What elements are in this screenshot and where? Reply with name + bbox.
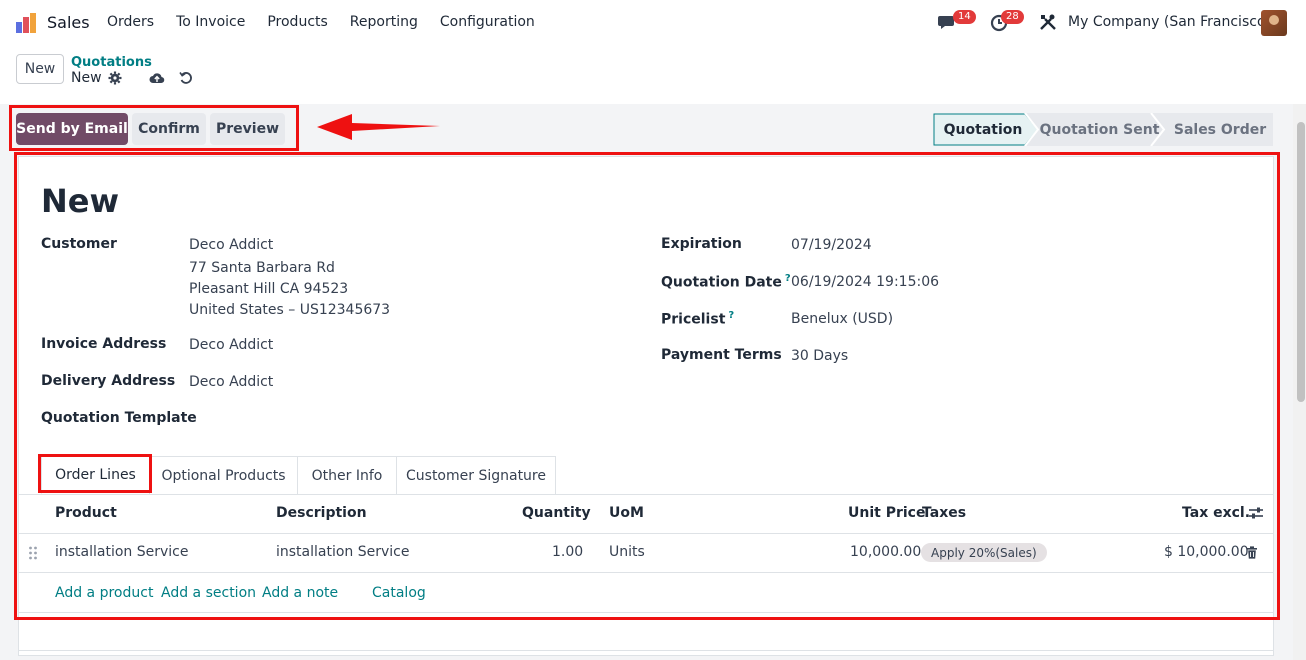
divider [18, 612, 1274, 613]
col-product[interactable]: Product [55, 505, 117, 521]
form-sheet [18, 156, 1274, 656]
col-tax-excl[interactable]: Tax excl. [1182, 505, 1250, 521]
line-uom[interactable]: Units [609, 544, 645, 560]
new-button[interactable]: New [16, 54, 64, 84]
breadcrumb-current: New [71, 70, 102, 86]
menu-orders[interactable]: Orders [107, 14, 154, 30]
activities-badge: 28 [1001, 10, 1024, 24]
tab-customer-signature[interactable]: Customer Signature [396, 456, 556, 494]
customer-city: Pleasant Hill CA 94523 [189, 281, 349, 297]
menu-configuration[interactable]: Configuration [440, 14, 535, 30]
line-product[interactable]: installation Service [55, 544, 189, 560]
control-panel: New Quotations New [0, 46, 1306, 105]
send-by-email-button[interactable]: Send by Email [16, 113, 128, 145]
menu-reporting[interactable]: Reporting [350, 14, 418, 30]
tab-optional-products[interactable]: Optional Products [149, 456, 298, 494]
menu-to-invoice[interactable]: To Invoice [176, 14, 245, 30]
annotation-arrow [317, 114, 440, 140]
top-navbar: Sales Orders To Invoice Products Reporti… [0, 0, 1306, 46]
help-tooltip-icon[interactable]: ? [728, 310, 734, 321]
customer-street: 77 Santa Barbara Rd [189, 260, 335, 276]
quotation-date-label: Quotation Date? [661, 273, 791, 291]
add-product-link[interactable]: Add a product [55, 585, 153, 601]
table-row[interactable] [18, 533, 1274, 573]
col-description[interactable]: Description [276, 505, 367, 521]
app-name[interactable]: Sales [47, 13, 90, 32]
preview-button[interactable]: Preview [210, 113, 285, 145]
debug-tools-icon[interactable] [1038, 12, 1058, 32]
stage-quotation[interactable]: Quotation [933, 113, 1033, 146]
line-unit-price[interactable]: 10,000.00 [850, 544, 921, 560]
tab-order-lines[interactable]: Order Lines [41, 456, 150, 494]
drag-handle-icon[interactable] [28, 546, 38, 560]
main-menu: Orders To Invoice Products Reporting Con… [107, 14, 557, 30]
quotation-template-label: Quotation Template [41, 410, 197, 426]
payment-terms-field[interactable]: 30 Days [791, 348, 848, 364]
help-tooltip-icon[interactable]: ? [785, 273, 791, 284]
add-note-link[interactable]: Add a note [262, 585, 338, 601]
stage-quotation-sent[interactable]: Quotation Sent [1037, 113, 1162, 146]
catalog-button[interactable]: Catalog [372, 585, 426, 601]
delete-trash-icon[interactable] [1246, 546, 1258, 559]
pricelist-field[interactable]: Benelux (USD) [791, 311, 893, 327]
delivery-address-field[interactable]: Deco Addict [189, 374, 273, 390]
record-title: New [41, 182, 120, 220]
col-uom[interactable]: UoM [609, 505, 644, 521]
messages-badge: 14 [953, 10, 976, 24]
payment-terms-label: Payment Terms [661, 347, 782, 363]
menu-products[interactable]: Products [267, 14, 327, 30]
gear-icon[interactable] [108, 71, 122, 85]
stage-sales-order[interactable]: Sales Order [1166, 113, 1274, 146]
invoice-address-field[interactable]: Deco Addict [189, 337, 273, 353]
customer-country-vat: United States – US12345673 [189, 302, 391, 318]
invoice-address-label: Invoice Address [41, 336, 167, 352]
line-subtotal: $ 10,000.00 [1164, 544, 1249, 560]
tab-other-info[interactable]: Other Info [297, 456, 397, 494]
customer-name[interactable]: Deco Addict [189, 237, 273, 253]
discard-undo-icon[interactable] [179, 71, 193, 85]
expiration-label: Expiration [661, 236, 742, 252]
quotation-template-field[interactable] [189, 408, 569, 430]
customer-label: Customer [41, 236, 117, 252]
add-section-link[interactable]: Add a section [161, 585, 256, 601]
delivery-address-label: Delivery Address [41, 373, 176, 389]
col-unit-price[interactable]: Unit Price [848, 505, 925, 521]
pricelist-label: Pricelist? [661, 310, 735, 328]
line-description[interactable]: installation Service [276, 544, 410, 560]
col-taxes[interactable]: Taxes [922, 505, 966, 521]
quotation-date-field[interactable]: 06/19/2024 19:15:06 [791, 274, 939, 290]
confirm-button[interactable]: Confirm [132, 113, 206, 145]
breadcrumb-quotations[interactable]: Quotations [71, 55, 152, 70]
sales-app-icon[interactable] [15, 12, 37, 34]
scrollbar-thumb[interactable] [1297, 122, 1305, 402]
tax-badge[interactable]: Apply 20%(Sales) [921, 543, 1047, 562]
divider [18, 650, 1274, 651]
company-switcher[interactable]: My Company (San Francisco) [1068, 14, 1271, 30]
expiration-field[interactable]: 07/19/2024 [791, 237, 872, 253]
col-quantity[interactable]: Quantity [522, 505, 591, 521]
cloud-upload-icon[interactable] [149, 71, 165, 85]
user-avatar[interactable] [1261, 10, 1287, 36]
line-quantity[interactable]: 1.00 [552, 544, 583, 560]
optional-columns-icon[interactable] [1248, 506, 1264, 520]
